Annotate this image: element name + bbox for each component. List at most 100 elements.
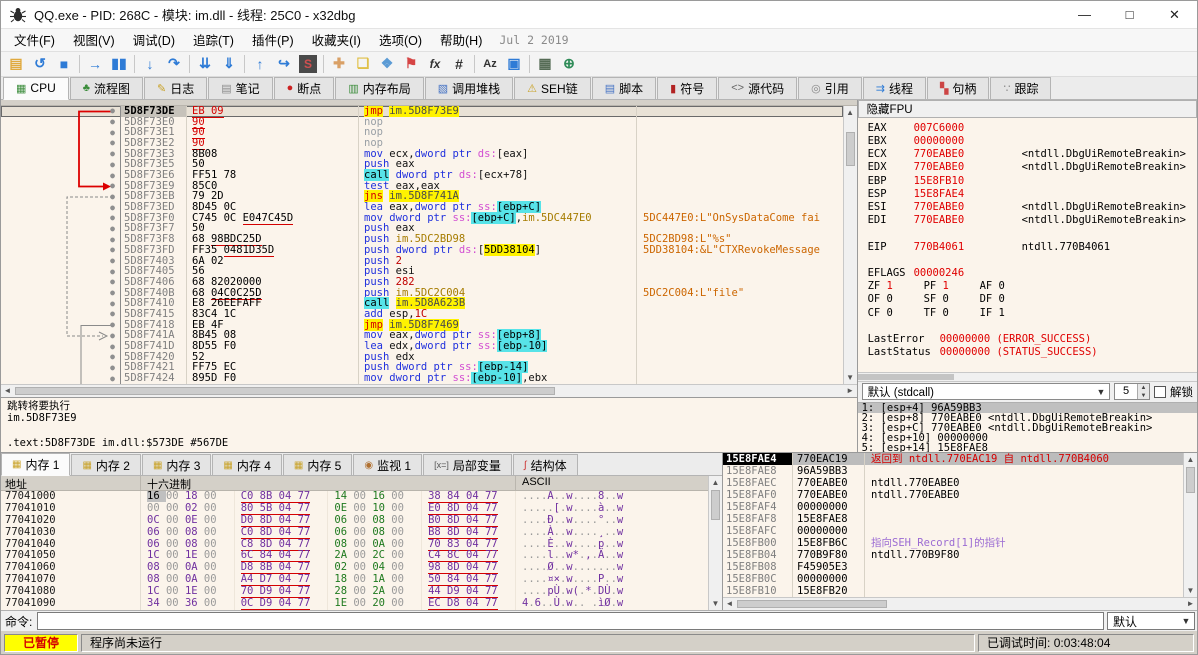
register-value[interactable]: 770EABE0 — [914, 201, 998, 214]
breakpoint-dot[interactable]: ● — [110, 181, 115, 191]
breakpoint-dot[interactable]: ● — [110, 203, 115, 213]
breakpoint-dot[interactable]: ● — [110, 171, 115, 181]
flag-of[interactable]: OF 0 — [868, 293, 924, 306]
labels-icon[interactable]: ❖ — [375, 53, 399, 75]
disasm-row[interactable]: ●5D8F73FDFF35 0481D35Dpush dword ptr ds:… — [1, 245, 843, 256]
step-into-icon[interactable]: ↓ — [138, 53, 162, 75]
spin-down-icon[interactable]: ▼ — [1138, 392, 1149, 400]
run-icon[interactable]: → — [83, 53, 107, 75]
tab-notes[interactable]: ▤笔记 — [208, 77, 272, 99]
hash-icon[interactable]: # — [447, 53, 471, 75]
breakpoint-dot[interactable]: ● — [110, 117, 115, 127]
breakpoint-dot[interactable]: ● — [110, 363, 115, 373]
close-button[interactable]: ✕ — [1152, 1, 1197, 28]
open-file-icon[interactable]: ▤ — [4, 53, 28, 75]
preferences-globe-icon[interactable]: ⊕ — [557, 53, 581, 75]
trace-into-icon[interactable]: ⇊ — [193, 53, 217, 75]
calculator-icon[interactable]: ▦ — [533, 53, 557, 75]
dump-row[interactable]: 7704109034 00 36 000C D9 04 771E 00 20 0… — [1, 598, 708, 610]
breakpoint-dot[interactable]: ● — [110, 331, 115, 341]
register-line[interactable]: CF 0TF 0IF 1 — [868, 307, 1197, 320]
tab-memory-2[interactable]: ▦内存 2 — [71, 454, 140, 475]
command-input[interactable] — [37, 612, 1104, 630]
register-line[interactable]: LastError00000000 (ERROR_SUCCESS) — [868, 333, 1197, 346]
tab-watch-1[interactable]: ◉监视 1 — [353, 454, 422, 475]
calling-convention-select[interactable]: 默认 (stdcall) ▼ — [862, 383, 1110, 400]
menu-item[interactable]: 插件(P) — [243, 29, 303, 51]
pause-icon[interactable]: ▮▮ — [107, 53, 131, 75]
breakpoint-dot[interactable]: ● — [110, 138, 115, 148]
register-line[interactable]: LastStatus00000000 (STATUS_SUCCESS) — [868, 346, 1197, 359]
breakpoint-dot[interactable]: ● — [110, 277, 115, 287]
breakpoint-dot[interactable]: ● — [110, 160, 115, 170]
flag-pf[interactable]: PF 1 — [924, 280, 980, 293]
command-preset-select[interactable]: 默认 ▼ — [1107, 612, 1195, 630]
tab-handles[interactable]: ▚句柄 — [927, 77, 989, 99]
spin-up-icon[interactable]: ▲ — [1138, 384, 1149, 392]
tab-graph[interactable]: ♣流程图 — [70, 77, 143, 99]
register-value[interactable]: 15E8FAE4 — [914, 188, 998, 201]
breakpoint-dot[interactable]: ● — [110, 192, 115, 202]
stop-icon[interactable]: ■ — [52, 53, 76, 75]
flag-if[interactable]: IF 1 — [980, 307, 1036, 320]
tab-references[interactable]: ◎引用 — [798, 77, 862, 99]
stack-row[interactable]: 15E8FB1015E8FB20 — [723, 585, 1183, 597]
stack-vscrollbar[interactable]: ▲▼ — [1183, 453, 1197, 597]
register-line[interactable]: OF 0SF 0DF 0 — [868, 293, 1197, 306]
tab-cpu[interactable]: ▦CPU — [3, 77, 69, 100]
register-line[interactable]: ZF 1PF 1AF 0 — [868, 280, 1197, 293]
breakpoint-dot[interactable]: ● — [110, 288, 115, 298]
stack-row[interactable]: 15E8FAE4770EAC19返回到 ntdll.770EAC19 自 ntd… — [723, 453, 1183, 465]
stack-row[interactable]: 15E8FB0C00000000 — [723, 573, 1183, 585]
breakpoint-dot[interactable]: ● — [110, 106, 115, 116]
scylla-icon[interactable]: S — [296, 53, 320, 75]
stack-row[interactable]: 15E8FAF815E8FAE8 — [723, 513, 1183, 525]
tab-symbols[interactable]: ▮符号 — [657, 77, 717, 99]
breakpoint-dot[interactable]: ● — [110, 267, 115, 277]
breakpoint-dot[interactable]: ● — [110, 235, 115, 245]
breakpoint-dot[interactable]: ● — [110, 256, 115, 266]
step-over-icon[interactable]: ↷ — [162, 53, 186, 75]
tab-memory-map[interactable]: ▥内存布局 — [335, 77, 423, 99]
maximize-button[interactable]: □ — [1107, 1, 1152, 28]
tab-memory-4[interactable]: ▦内存 4 — [212, 454, 281, 475]
register-value[interactable]: 00000000 — [914, 135, 998, 148]
register-line[interactable]: ECX770EABE0<ntdll.DbgUiRemoteBreakin> — [868, 148, 1197, 161]
menu-item[interactable]: 追踪(T) — [184, 29, 243, 51]
restart-icon[interactable]: ↺ — [28, 53, 52, 75]
hide-fpu-button[interactable]: 隐藏FPU — [858, 100, 1197, 118]
menu-item[interactable]: 选项(O) — [370, 29, 431, 51]
stack-row[interactable]: 15E8FB08F45905E3 — [723, 561, 1183, 573]
register-value[interactable]: 00000246 — [914, 267, 998, 280]
stack-row[interactable]: 15E8FAFC00000000 — [723, 525, 1183, 537]
flag-cf[interactable]: CF 0 — [868, 307, 924, 320]
tab-seh[interactable]: ⚠SEH链 — [514, 77, 591, 99]
tab-source[interactable]: <>源代码 — [718, 77, 797, 99]
breakpoint-dot[interactable]: ● — [110, 320, 115, 330]
breakpoint-dot[interactable]: ● — [110, 149, 115, 159]
register-line[interactable]: EBX00000000 — [868, 135, 1197, 148]
tab-locals[interactable]: [x=]局部变量 — [423, 454, 512, 475]
tab-breakpoints[interactable]: ●断点 — [274, 77, 335, 99]
breakpoint-dot[interactable]: ● — [110, 128, 115, 138]
breakpoint-dot[interactable]: ● — [110, 374, 115, 384]
register-value[interactable]: 770B4061 — [914, 241, 998, 254]
dump-vscrollbar[interactable]: ▲▼ — [708, 476, 722, 610]
menu-item[interactable]: 视图(V) — [64, 29, 124, 51]
register-value[interactable]: 00000000 (ERROR_SUCCESS) — [940, 333, 1092, 345]
register-line[interactable]: EFLAGS00000246 — [868, 267, 1197, 280]
register-value[interactable]: 770EABE0 — [914, 161, 998, 174]
stack-row[interactable]: 15E8FB04770B9F80ntdll.770B9F80 — [723, 549, 1183, 561]
stack-row[interactable]: 15E8FAEC770EABE0ntdll.770EABE0 — [723, 477, 1183, 489]
tab-threads[interactable]: ⇉线程 — [863, 77, 926, 99]
menu-item[interactable]: 收藏夹(I) — [303, 29, 370, 51]
flag-tf[interactable]: TF 0 — [924, 307, 980, 320]
breakpoint-dot[interactable]: ● — [110, 245, 115, 255]
register-line[interactable]: EAX007C6000 — [868, 122, 1197, 135]
breakpoint-dot[interactable]: ● — [110, 342, 115, 352]
argument-count-stepper[interactable]: 5 ▲▼ — [1114, 383, 1150, 400]
register-value[interactable]: 007C6000 — [914, 122, 998, 135]
breakpoint-dot[interactable]: ● — [110, 309, 115, 319]
ascii-table-icon[interactable]: Az — [478, 53, 502, 75]
disasm-row[interactable]: ●5D8F7424895D F0mov dword ptr ss:[ebp-10… — [1, 373, 843, 384]
